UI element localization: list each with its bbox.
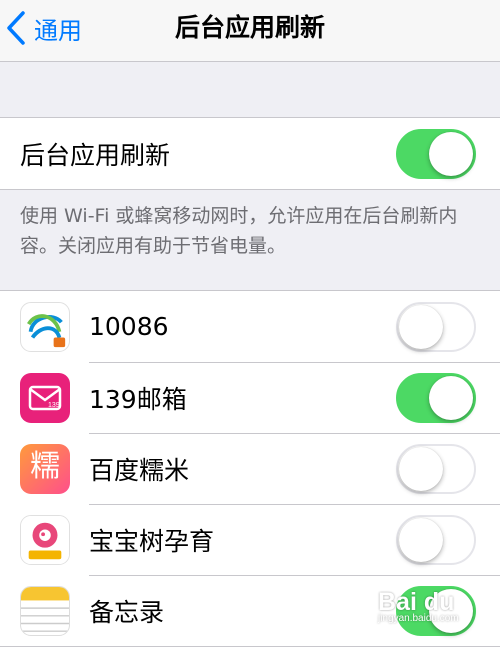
app-name: 备忘录: [89, 597, 165, 627]
baidu-nuomi-icon: 糯: [20, 443, 70, 494]
mail-139-icon: 139: [20, 372, 70, 423]
switch-knob: [429, 131, 473, 176]
master-toggle-row: 后台应用刷新: [0, 118, 500, 189]
switch-knob: [429, 375, 473, 420]
app-name: 10086: [89, 312, 169, 341]
app-refresh-switch[interactable]: [396, 514, 476, 565]
app-refresh-switch[interactable]: [396, 301, 476, 352]
svg-text:139: 139: [48, 402, 60, 409]
page-title: 后台应用刷新: [174, 13, 325, 42]
master-refresh-switch[interactable]: [396, 128, 476, 179]
china-mobile-icon: [20, 301, 70, 352]
app-refresh-switch[interactable]: [396, 443, 476, 494]
switch-knob: [399, 446, 443, 491]
switch-knob: [399, 517, 443, 562]
app-name: 百度糯米: [89, 455, 190, 485]
babytree-icon: [20, 514, 70, 565]
switch-knob: [399, 304, 443, 349]
watermark-url: jingyan.baidu.com: [378, 613, 459, 624]
notes-icon: [20, 585, 70, 636]
master-toggle-label: 后台应用刷新: [20, 140, 171, 170]
list-item: 139 139邮箱: [0, 362, 500, 433]
baidu-watermark: Bai du jingyan.baidu.com: [378, 588, 493, 638]
app-name: 宝宝树孕育: [89, 526, 215, 556]
app-name: 139邮箱: [89, 384, 187, 414]
list-item: 10086: [0, 291, 500, 362]
master-toggle-group: 后台应用刷新: [0, 117, 500, 190]
navigation-bar: 通用 后台应用刷新: [0, 0, 500, 62]
list-item: 宝宝树孕育: [0, 504, 500, 575]
app-refresh-switch[interactable]: [396, 372, 476, 423]
list-item: 糯 百度糯米: [0, 433, 500, 504]
footnote-text: 使用 Wi-Fi 或蜂窝移动网时，允许应用在后台刷新内容。关闭应用有助于节省电量…: [20, 205, 458, 257]
